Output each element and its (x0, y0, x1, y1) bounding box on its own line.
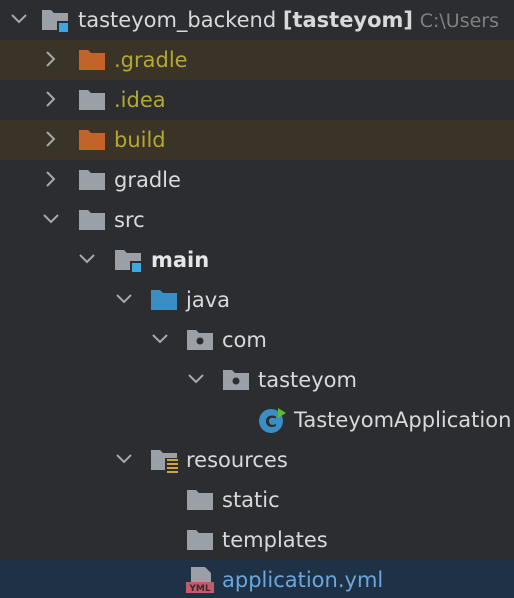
folder-icon (79, 170, 105, 190)
resources-folder-icon (151, 450, 178, 473)
tree-item-label: resources (186, 448, 288, 472)
tree-item-label: java (186, 288, 230, 312)
package-icon (187, 330, 213, 350)
folder-icon (79, 90, 105, 110)
tree-row-resources[interactable]: resources (0, 440, 514, 480)
chevron-right-icon[interactable] (40, 128, 62, 150)
tree-item-label: static (222, 488, 280, 512)
module-name: [tasteyom] (282, 8, 414, 32)
tree-row-gradle[interactable]: gradle (0, 160, 514, 200)
chevron-down-icon[interactable] (8, 8, 30, 30)
tree-item-label: main (151, 248, 210, 272)
tree-row-templates[interactable]: templates (0, 520, 514, 560)
chevron-down-icon[interactable] (113, 448, 135, 470)
chevron-down-icon[interactable] (149, 328, 171, 350)
chevron-right-icon[interactable] (40, 168, 62, 190)
folder-icon (79, 210, 105, 230)
project-tree: tasteyom_backend [tasteyom] C:\Users .gr… (0, 0, 514, 598)
tree-item-label: com (222, 328, 267, 352)
tree-row-tasteyom-application[interactable]: C TasteyomApplication (0, 400, 514, 440)
tree-item-label: TasteyomApplication (294, 408, 512, 432)
tree-item-label: .idea (114, 88, 166, 112)
folder-icon (79, 130, 105, 150)
tree-item-label: src (114, 208, 145, 232)
svg-text:C: C (265, 412, 277, 431)
module-folder-icon (115, 250, 141, 272)
source-folder-icon (151, 290, 177, 310)
tree-row-tasteyom[interactable]: tasteyom (0, 360, 514, 400)
tree-row-build[interactable]: build (0, 120, 514, 160)
project-path: C:\Users (419, 10, 499, 32)
folder-icon (187, 490, 213, 510)
tree-item-label: application.yml (222, 568, 384, 592)
tree-row-idea[interactable]: .idea (0, 80, 514, 120)
tree-item-label: gradle (114, 168, 181, 192)
tree-row-root[interactable]: tasteyom_backend [tasteyom] C:\Users (0, 0, 514, 40)
tree-row-src[interactable]: src (0, 200, 514, 240)
svg-text:YML: YML (188, 584, 210, 594)
tree-row-application-yml[interactable]: YML application.yml (0, 560, 514, 598)
chevron-right-icon[interactable] (40, 48, 62, 70)
chevron-right-icon[interactable] (40, 88, 62, 110)
chevron-down-icon[interactable] (185, 368, 207, 390)
yml-file-icon: YML (186, 567, 214, 594)
package-icon (223, 370, 249, 390)
chevron-down-icon[interactable] (76, 248, 98, 270)
tree-row-com[interactable]: com (0, 320, 514, 360)
tree-item-label: .gradle (114, 48, 188, 72)
tree-row-java[interactable]: java (0, 280, 514, 320)
tree-row-main[interactable]: main (0, 240, 514, 280)
tree-row-static[interactable]: static (0, 480, 514, 520)
module-folder-icon (42, 10, 68, 32)
folder-icon (79, 50, 105, 70)
folder-icon (187, 530, 213, 550)
chevron-down-icon[interactable] (113, 288, 135, 310)
tree-item-label: tasteyom (258, 368, 357, 392)
tree-row-gradle-cache[interactable]: .gradle (0, 40, 514, 80)
tree-item-label: templates (222, 528, 328, 552)
spring-class-icon: C (259, 408, 286, 433)
tree-item-label: build (114, 128, 166, 152)
chevron-down-icon[interactable] (40, 208, 62, 230)
project-name: tasteyom_backend (78, 8, 277, 32)
